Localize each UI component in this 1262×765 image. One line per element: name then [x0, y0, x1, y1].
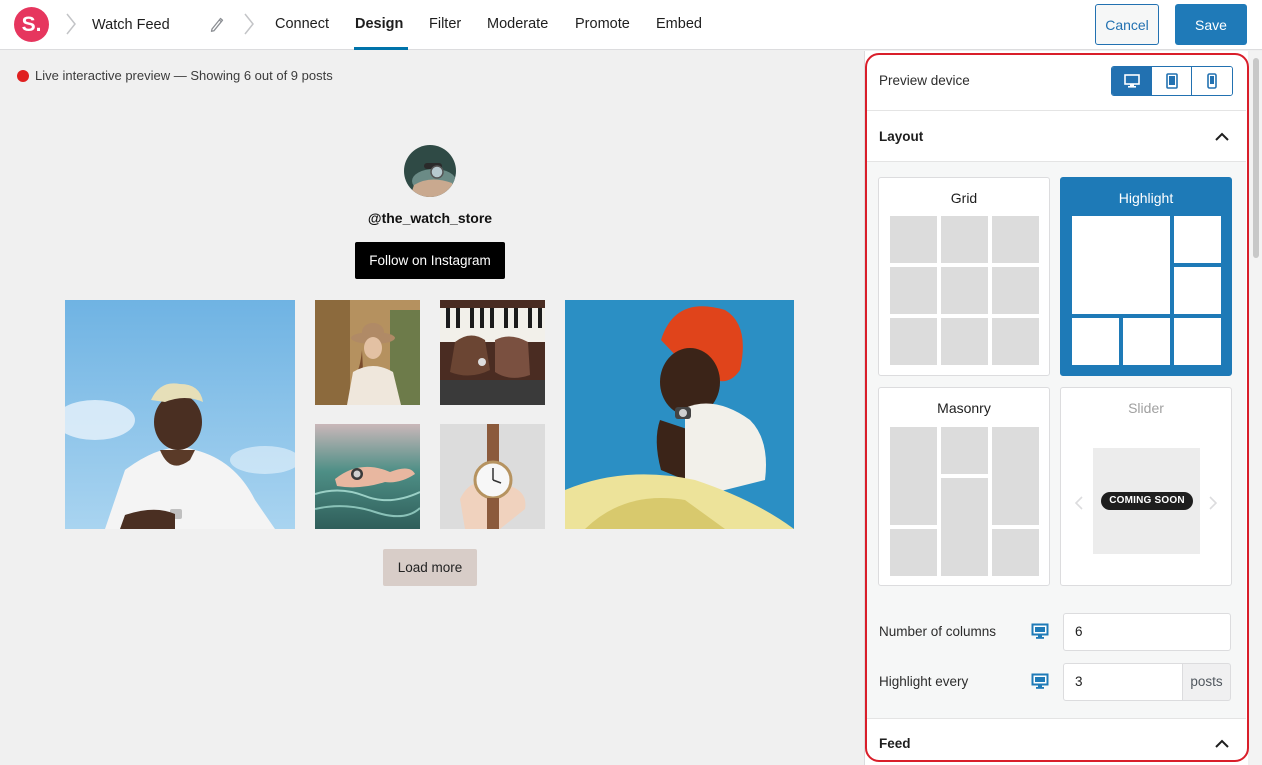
masonry-thumb-cell: [890, 427, 937, 525]
desktop-icon: [1123, 74, 1140, 88]
highlight-thumb-cell: [1072, 216, 1170, 314]
device-tablet-button[interactable]: [1152, 67, 1192, 95]
layout-collapse-chevron-icon[interactable]: [1215, 132, 1229, 141]
save-button[interactable]: Save: [1175, 4, 1247, 45]
grid-thumb-cell: [890, 216, 937, 263]
coming-soon-badge: COMING SOON: [1101, 492, 1193, 510]
layout-option-masonry[interactable]: Masonry: [878, 387, 1050, 586]
grid-thumb-cell: [992, 216, 1039, 263]
sidebar-divider: [866, 718, 1246, 719]
grid-thumb-cell: [941, 267, 988, 314]
post-man-white-shirt[interactable]: [65, 300, 295, 529]
app-logo[interactable]: S.: [14, 7, 49, 42]
cancel-button[interactable]: Cancel: [1095, 4, 1159, 45]
chevron-right-icon: [1209, 496, 1217, 510]
feed-name: Watch Feed: [92, 17, 170, 33]
feed-collapse-chevron-icon[interactable]: [1215, 739, 1229, 748]
breadcrumb-chevron-icon: [244, 13, 254, 35]
edit-pencil-icon[interactable]: [209, 15, 225, 33]
post-woman-red-headwrap[interactable]: [565, 300, 794, 529]
highlight-thumb-cell: [1123, 318, 1170, 365]
columns-input[interactable]: 6: [1063, 613, 1231, 651]
desktop-icon[interactable]: [1031, 623, 1049, 640]
highlight-thumb-cell: [1174, 216, 1221, 263]
preview-device-toggle: [1111, 66, 1233, 96]
layout-option-label: Slider: [1128, 400, 1164, 416]
preview-device-label: Preview device: [879, 73, 970, 88]
highlight-every-label: Highlight every: [879, 674, 969, 689]
tab-moderate[interactable]: Moderate: [487, 16, 548, 32]
layout-option-label: Grid: [950, 190, 978, 206]
feed-section-title[interactable]: Feed: [879, 736, 911, 751]
profile-avatar[interactable]: [404, 145, 456, 197]
profile-username[interactable]: @the_watch_store: [0, 210, 860, 226]
layout-option-grid[interactable]: Grid: [878, 177, 1050, 376]
tab-filter[interactable]: Filter: [429, 16, 461, 32]
device-desktop-button[interactable]: [1112, 67, 1152, 95]
active-tab-indicator: [354, 47, 408, 50]
load-more-button[interactable]: Load more: [383, 549, 477, 586]
phone-icon: [1207, 73, 1217, 89]
device-phone-button[interactable]: [1192, 67, 1232, 95]
grid-thumb-cell: [890, 318, 937, 365]
layout-option-highlight[interactable]: Highlight: [1060, 177, 1232, 376]
live-status-dot: [17, 70, 29, 82]
tab-embed[interactable]: Embed: [656, 16, 702, 32]
grid-thumb-cell: [992, 267, 1039, 314]
top-bar: S. Watch Feed Connect Design Filter Mode…: [0, 0, 1262, 50]
layout-section-title[interactable]: Layout: [879, 129, 923, 144]
post-hand-holding-watch[interactable]: [440, 424, 545, 529]
feed-preview: Live interactive preview — Showing 6 out…: [0, 51, 864, 765]
chevron-left-icon: [1075, 496, 1083, 510]
layout-option-label: Highlight: [1118, 190, 1174, 206]
desktop-icon[interactable]: [1031, 673, 1049, 690]
post-piano-hands[interactable]: [440, 300, 545, 405]
masonry-thumb-cell: [941, 478, 988, 576]
tablet-icon: [1165, 73, 1178, 89]
highlight-thumb-cell: [1072, 318, 1119, 365]
sidebar-scroll-thumb[interactable]: [1253, 58, 1259, 258]
sidebar-divider: [866, 110, 1246, 111]
layout-option-label: Masonry: [937, 400, 991, 416]
post-hand-water[interactable]: [315, 424, 420, 529]
columns-label: Number of columns: [879, 624, 997, 639]
masonry-thumb-cell: [941, 427, 988, 474]
highlight-every-input[interactable]: 3: [1063, 663, 1183, 701]
follow-instagram-button[interactable]: Follow on Instagram: [355, 242, 505, 279]
breadcrumb-chevron-icon: [66, 13, 76, 35]
masonry-thumb-cell: [890, 529, 937, 576]
masonry-thumb-cell: [992, 529, 1039, 576]
tab-design[interactable]: Design: [355, 16, 403, 32]
tab-promote[interactable]: Promote: [575, 16, 630, 32]
grid-thumb-cell: [890, 267, 937, 314]
grid-thumb-cell: [941, 318, 988, 365]
tab-connect[interactable]: Connect: [275, 16, 329, 32]
post-woman-hat[interactable]: [315, 300, 420, 405]
highlight-thumb-cell: [1174, 318, 1221, 365]
layout-option-slider: Slider COMING SOON: [1060, 387, 1232, 586]
highlight-every-suffix: posts: [1182, 663, 1231, 701]
highlight-thumb-cell: [1174, 267, 1221, 314]
grid-thumb-cell: [992, 318, 1039, 365]
live-status-text: Live interactive preview — Showing 6 out…: [35, 68, 333, 83]
masonry-thumb-cell: [992, 427, 1039, 525]
grid-thumb-cell: [941, 216, 988, 263]
